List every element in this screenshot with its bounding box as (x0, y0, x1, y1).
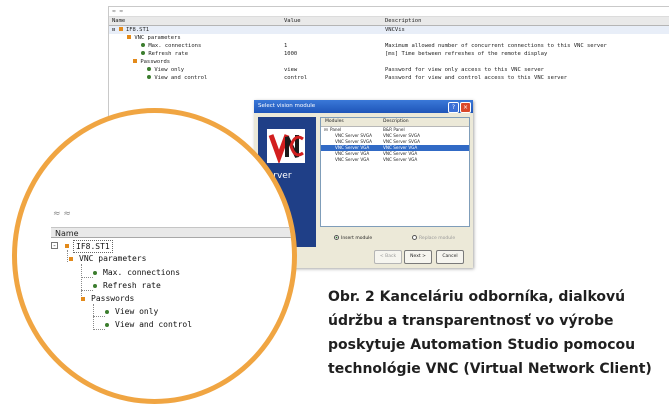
bg-row[interactable]: VNC parameters (109, 34, 669, 42)
bg-row[interactable]: Max. connections 1 Maximum allowed numbe… (109, 42, 669, 50)
bg-row[interactable]: Refresh rate 1000 [ms] Time between refr… (109, 50, 669, 58)
bg-row-description: VNCVis (385, 27, 405, 33)
bg-row-value: view (284, 67, 298, 73)
bg-row-value: control (284, 75, 308, 81)
bg-col-description[interactable]: Description (385, 17, 421, 25)
folder-icon (133, 59, 137, 63)
parameter-dot-icon (93, 271, 97, 275)
module-list[interactable]: Modules Description ⊟ Panel B&R Panel VNC … (320, 117, 470, 227)
figure-caption: Obr. 2 Kanceláriu odborníka, dialkovú úd… (328, 289, 652, 377)
dialog-title: Select vision module (258, 103, 316, 109)
bg-row-name: VNC parameters (134, 35, 181, 41)
module-icon (65, 244, 69, 248)
bg-row[interactable]: View only view Password for view only ac… (109, 66, 669, 74)
close-button[interactable]: × (460, 102, 471, 113)
parameter-dot-icon (147, 75, 151, 79)
parameter-dot-icon (93, 284, 97, 288)
module-icon (118, 27, 123, 31)
folder-icon (127, 35, 131, 39)
help-button[interactable]: ? (448, 102, 459, 113)
mag-row-label: Max. connections (103, 268, 181, 277)
parameter-dot-icon (141, 51, 145, 55)
bg-row-name: View and control (154, 75, 208, 81)
dialog-titlebar: Select vision module ? × (254, 100, 473, 113)
bg-row-description: Password for view only access to this VN… (385, 67, 544, 73)
mag-row-label: VNC parameters (79, 254, 147, 263)
bg-row-value: 1000 (284, 51, 298, 57)
parameter-dot-icon (105, 323, 109, 327)
list-item[interactable]: VNC Server VGA VNC Server VGA (321, 157, 469, 163)
bg-row-description: [ms] Time between refreshes of the remot… (385, 51, 548, 57)
bg-row[interactable]: ⊟ IF8.ST1 VNCVis (109, 26, 669, 34)
parameter-dot-icon (141, 43, 145, 47)
mag-row-label: IF8.ST1 (73, 240, 113, 253)
bg-col-name[interactable]: Name (112, 17, 125, 25)
mag-row-label: Refresh rate (103, 281, 161, 290)
bg-col-value[interactable]: Value (284, 17, 301, 25)
bg-row-name: View only (154, 67, 185, 73)
folder-icon (69, 257, 73, 261)
bg-row-value: 1 (284, 43, 288, 49)
bg-row-name: Max. connections (148, 43, 202, 49)
col-modules[interactable]: Modules (325, 118, 344, 126)
vnc-logo-icon (268, 134, 304, 163)
magnifier-circle: ≈ ≈ Name - IF8.ST1 VNC parameters Max. c… (12, 108, 297, 404)
bg-toolbar[interactable]: ≈ ≈ (109, 7, 669, 17)
bg-row-name: Passwords (140, 59, 171, 65)
mag-row-label: View and control (115, 320, 193, 329)
mag-toolbar[interactable]: ≈ ≈ (53, 209, 71, 219)
module-list-header: Modules Description (321, 118, 469, 127)
bg-row-description: Maximum allowed number of concurrent con… (385, 43, 607, 49)
mag-row-label: Passwords (91, 294, 135, 303)
bg-row-name: IF8.ST1 (125, 27, 150, 33)
mag-column-header[interactable]: Name (51, 227, 292, 238)
cancel-button[interactable]: Cancel (436, 250, 464, 264)
bg-column-header: Name Value Description (109, 17, 669, 26)
next-button[interactable]: Next > (404, 250, 432, 264)
parameter-dot-icon (147, 67, 151, 71)
col-description[interactable]: Description (383, 118, 409, 126)
bg-row-name: Refresh rate (148, 51, 189, 57)
back-button[interactable]: < Back (374, 250, 402, 264)
folder-icon (81, 297, 85, 301)
parameter-dot-icon (105, 310, 109, 314)
collapse-icon[interactable]: - (51, 242, 58, 250)
bg-row[interactable]: View and control control Password for vi… (109, 74, 669, 82)
radio-checked-icon (334, 235, 339, 240)
insert-module-radio[interactable]: Insert module (334, 235, 372, 241)
bg-row-description: Password for view and control access to … (385, 75, 568, 81)
radio-unchecked-icon (412, 235, 417, 240)
bg-row[interactable]: Passwords (109, 58, 669, 66)
mag-row-label: View only (115, 307, 159, 316)
replace-module-radio[interactable]: Replace module (412, 235, 455, 241)
